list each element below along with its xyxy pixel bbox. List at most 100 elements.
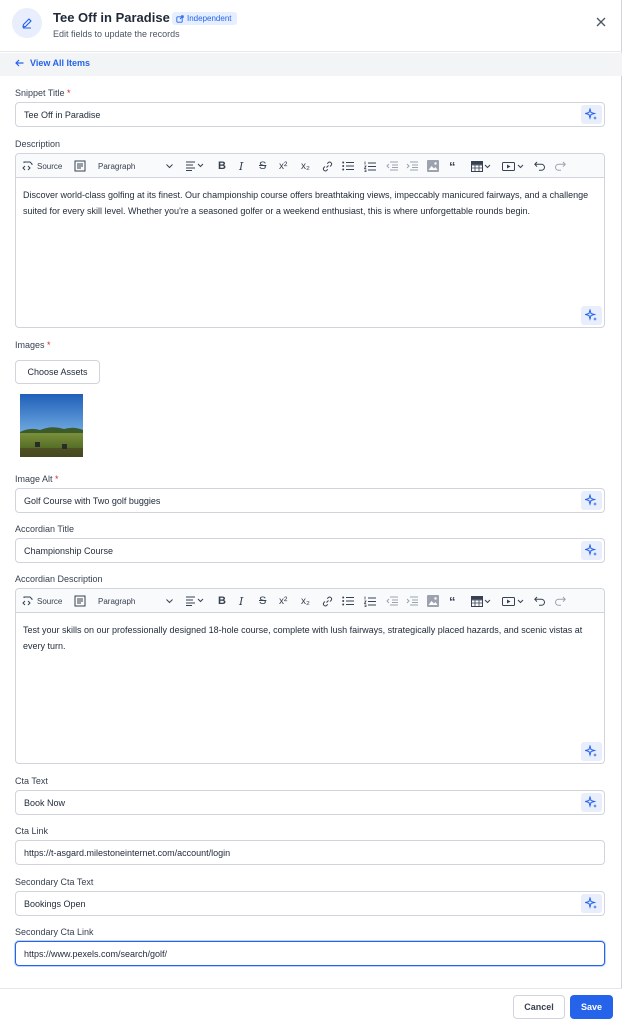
paragraph-dropdown[interactable]: Paragraph <box>98 593 176 609</box>
insert-table-icon[interactable] <box>471 158 491 174</box>
paragraph-label: Paragraph <box>98 596 136 606</box>
chevron-down-icon[interactable] <box>166 593 173 609</box>
ai-sparkle-button[interactable] <box>581 491 602 510</box>
ai-sparkle-button[interactable] <box>581 541 602 560</box>
view-all-items-label: View All Items <box>30 58 91 68</box>
italic-icon[interactable]: I <box>239 593 243 609</box>
align-button[interactable] <box>186 593 204 609</box>
indent-icon[interactable] <box>406 593 418 609</box>
superscript-icon[interactable]: x² <box>279 158 287 174</box>
ai-sparkle-button[interactable] <box>581 306 602 325</box>
description-label: Description <box>15 139 61 149</box>
arrow-left-icon <box>15 59 24 67</box>
image-alt-label: Image Alt * <box>15 474 59 484</box>
sparkle-icon <box>585 544 597 556</box>
panel-header: Tee Off in Paradise Independent Edit fie… <box>0 0 622 52</box>
edit-panel: Tee Off in Paradise Independent Edit fie… <box>0 0 622 1020</box>
source-button[interactable]: Source <box>22 158 62 174</box>
undo-icon[interactable] <box>534 158 546 174</box>
view-all-items-link[interactable]: View All Items <box>15 58 90 68</box>
editor-toolbar: Source Paragraph B I S x² x₂ “ <box>16 589 604 613</box>
paragraph-style-icon[interactable] <box>74 593 86 609</box>
sparkle-icon <box>585 108 597 120</box>
ai-sparkle-button[interactable] <box>581 105 602 124</box>
paragraph-style-icon[interactable] <box>74 158 86 174</box>
accordian-description-editor[interactable]: Source Paragraph B I S x² x₂ “ Test your… <box>15 588 605 764</box>
insert-image-icon[interactable] <box>427 158 439 174</box>
accordian-description-content[interactable]: Test your skills on our professionally d… <box>23 622 597 654</box>
ai-sparkle-button[interactable] <box>581 894 602 913</box>
strikethrough-icon[interactable]: S <box>259 158 266 174</box>
blockquote-icon[interactable]: “ <box>449 593 456 609</box>
outdent-icon[interactable] <box>386 593 398 609</box>
ai-sparkle-button[interactable] <box>581 793 602 812</box>
align-button[interactable] <box>186 158 204 174</box>
redo-icon[interactable] <box>554 593 566 609</box>
bold-icon[interactable]: B <box>218 158 226 174</box>
secondary-cta-text-input[interactable]: Bookings Open <box>15 891 605 916</box>
cta-text-input[interactable]: Book Now <box>15 790 605 815</box>
cta-link-input[interactable]: https://t-asgard.milestoneinternet.com/a… <box>15 840 605 865</box>
numbered-list-icon[interactable] <box>364 158 376 174</box>
subscript-icon[interactable]: x₂ <box>301 158 310 174</box>
image-alt-value: Golf Course with Two golf buggies <box>24 496 161 506</box>
superscript-icon[interactable]: x² <box>279 593 287 609</box>
bold-icon[interactable]: B <box>218 593 226 609</box>
cta-link-label: Cta Link <box>15 826 49 836</box>
insert-image-icon[interactable] <box>427 593 439 609</box>
panel-footer: Cancel Save <box>0 988 622 1020</box>
image-alt-input[interactable]: Golf Course with Two golf buggies <box>15 488 605 513</box>
bulleted-list-icon[interactable] <box>342 593 354 609</box>
chevron-down-icon[interactable] <box>166 158 173 174</box>
strikethrough-icon[interactable]: S <box>259 593 266 609</box>
description-content[interactable]: Discover world-class golfing at its fine… <box>23 187 597 219</box>
secondary-cta-link-input[interactable]: https://www.pexels.com/search/golf/ <box>15 941 605 966</box>
indent-icon[interactable] <box>406 158 418 174</box>
cta-link-value: https://t-asgard.milestoneinternet.com/a… <box>24 848 231 858</box>
link-out-icon <box>176 14 184 23</box>
undo-icon[interactable] <box>534 593 546 609</box>
link-icon[interactable] <box>322 158 333 174</box>
sparkle-icon <box>585 796 597 808</box>
sparkle-icon <box>585 897 597 909</box>
independent-badge: Independent <box>172 12 237 25</box>
accordian-title-input[interactable]: Championship Course <box>15 538 605 563</box>
source-label: Source <box>37 596 63 606</box>
insert-media-icon[interactable] <box>502 158 524 174</box>
source-icon <box>22 161 33 171</box>
italic-icon[interactable]: I <box>239 158 243 174</box>
golf-course-thumbnail[interactable] <box>20 394 83 457</box>
accordian-title-value: Championship Course <box>24 546 114 556</box>
link-icon[interactable] <box>322 593 333 609</box>
source-button[interactable]: Source <box>22 593 62 609</box>
secondary-cta-link-label: Secondary Cta Link <box>15 927 94 937</box>
page-title: Tee Off in Paradise <box>53 10 170 25</box>
paragraph-label: Paragraph <box>98 161 136 171</box>
blockquote-icon[interactable]: “ <box>449 158 456 174</box>
ai-sparkle-button[interactable] <box>581 742 602 761</box>
insert-table-icon[interactable] <box>471 593 491 609</box>
secondary-cta-link-value: https://www.pexels.com/search/golf/ <box>24 949 168 959</box>
description-editor[interactable]: Source Paragraph B I S x² x₂ “ Discover … <box>15 153 605 328</box>
outdent-icon[interactable] <box>386 158 398 174</box>
choose-assets-button[interactable]: Choose Assets <box>15 360 100 384</box>
paragraph-dropdown[interactable]: Paragraph <box>98 158 176 174</box>
snippet-title-input[interactable]: Tee Off in Paradise <box>15 102 605 127</box>
sparkle-icon <box>585 745 597 757</box>
secondary-cta-text-value: Bookings Open <box>24 899 86 909</box>
subscript-icon[interactable]: x₂ <box>301 593 310 609</box>
bulleted-list-icon[interactable] <box>342 158 354 174</box>
redo-icon[interactable] <box>554 158 566 174</box>
sparkle-icon <box>585 494 597 506</box>
back-bar: View All Items <box>0 53 622 76</box>
cancel-button[interactable]: Cancel <box>513 995 565 1019</box>
save-button[interactable]: Save <box>570 995 613 1019</box>
source-icon <box>22 596 33 606</box>
insert-media-icon[interactable] <box>502 593 524 609</box>
images-label: Images * <box>15 340 51 350</box>
snippet-title-value: Tee Off in Paradise <box>24 110 101 120</box>
secondary-cta-text-label: Secondary Cta Text <box>15 877 94 887</box>
numbered-list-icon[interactable] <box>364 593 376 609</box>
close-icon[interactable] <box>594 15 608 29</box>
sparkle-icon <box>585 309 597 321</box>
